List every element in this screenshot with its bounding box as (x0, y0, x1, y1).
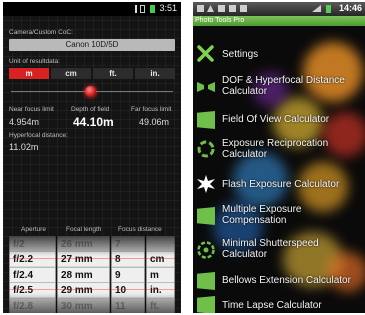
signal-icon (312, 5, 321, 12)
usb-icon (218, 5, 225, 12)
wheel-item: in. (147, 282, 174, 297)
dof-calculator-screen: 3:51 Camera/Custom CoC: Canon 10D/5D Uni… (3, 2, 181, 313)
menu-item-exposure-reciprocation[interactable]: Exposure Reciprocation Calculator (193, 133, 365, 167)
menu-item-multiple-exposure[interactable]: Multiple Exposure Compensation (193, 199, 365, 233)
status-bar: 14:46 (193, 2, 365, 16)
warning-icon (207, 5, 214, 12)
wheel-item: 29 mm (58, 282, 109, 297)
menu-item-label: Field Of View Calculator (222, 114, 330, 125)
wheel-item: ft. (147, 298, 174, 313)
menu-item-label: Exposure Reciprocation Calculator (222, 138, 329, 160)
dof-label: Depth of field (71, 106, 110, 113)
wheel-item: 8 (112, 251, 144, 266)
wheel-item: 26 mm (58, 236, 109, 251)
unit-m-button[interactable]: m (9, 68, 49, 79)
wheel-item: f/2.8 (10, 298, 55, 313)
aperture-header: Aperture (21, 226, 46, 233)
wheel-item: 30 mm (58, 298, 109, 313)
unit-selector: m cm ft. in. (9, 68, 175, 79)
unit-ft-button[interactable]: ft. (93, 68, 133, 79)
battery-icon (326, 5, 331, 13)
status-time: 14:46 (338, 3, 362, 13)
dof-value: 44.10m (73, 115, 114, 129)
hyperfocal-value: 11.02m (9, 142, 39, 152)
wheel-item: 28 mm (58, 267, 109, 282)
menu-item-label: Settings (222, 49, 259, 60)
wheel-item: 27 mm (58, 251, 109, 266)
battery-icon (150, 5, 155, 13)
flash-icon (197, 175, 215, 193)
near-focus-value: 4.954m (9, 117, 40, 127)
unit-cm-button[interactable]: cm (51, 68, 91, 79)
reciprocation-icon (197, 140, 215, 158)
wheel-item: 9 (112, 267, 144, 282)
unit-in-button[interactable]: in. (135, 68, 175, 79)
hyperfocal-label: Hyperfocal distance: (9, 132, 68, 139)
menu-item-label: Flash Exposure Calculator (222, 179, 340, 190)
wheel-item: m (147, 267, 174, 282)
timelapse-icon (197, 296, 215, 313)
photo-tools-menu-screen: 14:46 Photo Tools Pro Settings DOF & Hyp… (193, 2, 365, 313)
menu-item-dof-calculator[interactable]: DOF & Hyperfocal Distance Calculator (193, 70, 365, 104)
far-focus-label: Far focus limit (131, 106, 172, 113)
dof-icon (197, 82, 215, 92)
menu-item-label: Time Lapse Calculator (222, 300, 322, 311)
menu-item-time-lapse[interactable]: Time Lapse Calculator (193, 292, 365, 313)
bellows-icon (197, 272, 215, 290)
focal-length-header: Focal length (66, 226, 102, 233)
sd-card-icon (140, 5, 145, 13)
tools-icon (197, 45, 214, 62)
menu-item-flash-exposure[interactable]: Flash Exposure Calculator (193, 169, 365, 203)
far-focus-value: 49.06m (139, 117, 170, 127)
app-title-bar: Photo Tools Pro (193, 16, 365, 26)
wheel-item: 7 (112, 236, 144, 251)
camera-select[interactable]: Canon 10D/5D (9, 39, 175, 51)
download-icon (229, 5, 236, 12)
menu-item-label: Minimal Shutterspeed Calculator (222, 238, 319, 260)
aperture-wheel[interactable]: f/2 f/2.2 f/2.4 f/2.5 f/2.8 (9, 236, 56, 313)
menu-item-label: Multiple Exposure Compensation (222, 204, 302, 226)
status-bar: 3:51 (3, 2, 181, 16)
camera-label: Camera/Custom CoC: (9, 29, 73, 36)
wheel-item: cm (147, 251, 174, 266)
menu-item-label: Bellows Extension Calculator (222, 275, 351, 286)
settings-notification-icon (240, 5, 247, 12)
wheel-item (147, 236, 174, 251)
status-time: 3:51 (159, 3, 177, 13)
notification-icon (197, 5, 204, 12)
wheel-item: f/2.5 (10, 282, 55, 297)
shutter-icon (197, 241, 215, 259)
units-label: Unit of resultdata: (9, 58, 60, 65)
menu-item-minimal-shutterspeed[interactable]: Minimal Shutterspeed Calculator (193, 234, 365, 268)
wheel-item: 10 (112, 282, 144, 297)
wheel-item: f/2 (10, 236, 55, 251)
focal-length-wheel[interactable]: 26 mm 27 mm 28 mm 29 mm 30 mm (57, 236, 110, 313)
near-focus-label: Near focus limit (9, 106, 54, 113)
fov-icon (197, 111, 215, 129)
wheel-item: 11 (112, 298, 144, 313)
wheel-item: f/2.4 (10, 267, 55, 282)
focus-distance-header: Focus distance (118, 226, 162, 233)
distance-unit-wheel[interactable]: cm m in. ft. (146, 236, 175, 313)
signal-icon (135, 5, 137, 13)
wheel-item: f/2.2 (10, 251, 55, 266)
multiple-exposure-icon (197, 207, 215, 225)
menu-item-label: DOF & Hyperfocal Distance Calculator (222, 75, 345, 97)
menu-item-settings[interactable]: Settings (193, 38, 365, 72)
focus-slider-knob[interactable] (85, 86, 96, 97)
focus-distance-wheel[interactable]: 7 8 9 10 11 (111, 236, 145, 313)
